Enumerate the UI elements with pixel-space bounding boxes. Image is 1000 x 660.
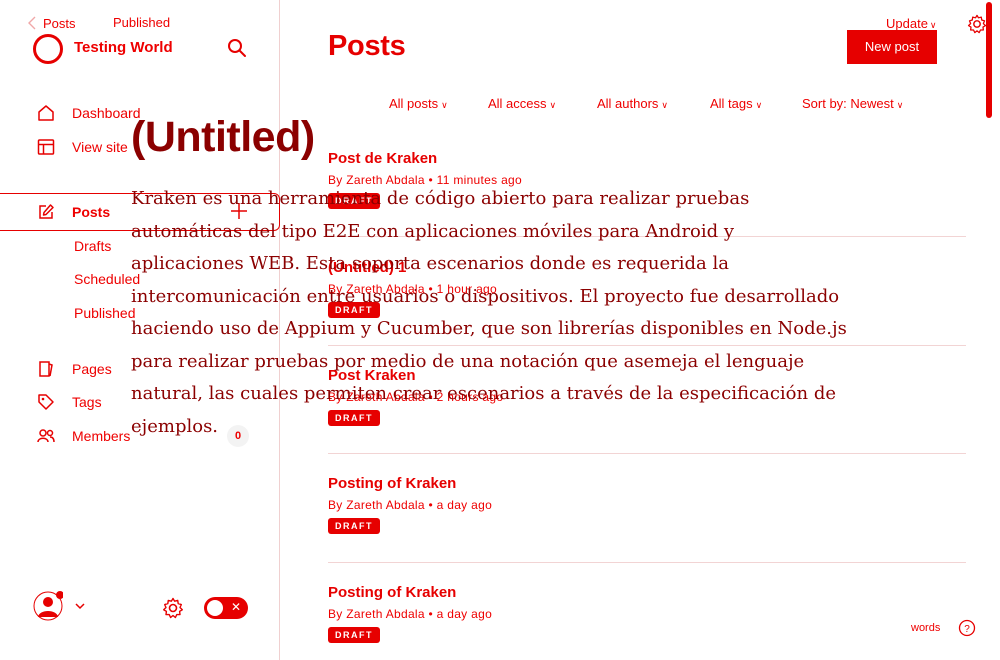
chevron-down-icon[interactable] <box>75 602 85 610</box>
filter-all-access[interactable]: All access ∨ <box>488 96 556 111</box>
word-count-label: words <box>911 622 941 634</box>
filter-all-tags[interactable]: All tags ∨ <box>710 96 762 111</box>
post-preview-title: (Untitled) <box>131 113 315 161</box>
update-button-label: Update <box>886 16 928 31</box>
filter-label: All authors <box>597 96 659 111</box>
post-title: Posting of Kraken <box>328 475 457 492</box>
chevron-down-icon: ∨ <box>896 100 904 110</box>
filter-all-posts[interactable]: All posts ∨ <box>389 96 448 111</box>
sidebar-item-label: View site <box>72 139 128 155</box>
chevron-down-icon: ∨ <box>755 100 763 110</box>
page-title: Posts <box>328 30 406 62</box>
toggle-knob <box>207 600 223 616</box>
post-status-label: Published <box>113 15 171 30</box>
post-settings-gear-icon[interactable] <box>967 14 987 34</box>
brand-logo[interactable] <box>33 34 63 64</box>
post-list-item[interactable]: Posting of Kraken By Zareth Abdala • a d… <box>328 475 966 534</box>
post-status-badge: DRAFT <box>328 627 380 643</box>
chevron-down-icon: ∨ <box>661 100 669 110</box>
filter-label: All access <box>488 96 547 111</box>
toggle-off-icon: ✕ <box>231 600 242 614</box>
avatar[interactable] <box>33 591 63 621</box>
help-icon[interactable]: ? <box>958 619 976 637</box>
sidebar-item-label: Posts <box>72 204 111 220</box>
filter-all-authors[interactable]: All authors ∨ <box>597 96 668 111</box>
sidebar-item-label: Pages <box>72 361 112 377</box>
sort-label: Sort by: Newest <box>802 96 894 111</box>
chevron-down-icon: ∨ <box>441 100 448 110</box>
divider <box>328 562 966 563</box>
chevron-down-icon: ∨ <box>549 100 557 110</box>
post-title: Posting of Kraken <box>328 584 457 601</box>
edit-icon <box>39 204 54 219</box>
breadcrumb-posts-link[interactable]: Posts <box>43 16 76 31</box>
post-meta: By Zareth Abdala • a day ago <box>328 498 493 512</box>
post-title: Post de Kraken <box>328 150 438 167</box>
sort-dropdown[interactable]: Sort by: Newest ∨ <box>802 96 903 111</box>
members-icon <box>37 429 55 443</box>
filter-label: All posts <box>389 96 439 111</box>
post-list-item[interactable]: Posting of Kraken By Zareth Abdala • a d… <box>328 584 966 643</box>
sidebar-item-label: Tags <box>72 394 102 410</box>
sidebar-item-label: Members <box>72 428 131 444</box>
night-mode-toggle[interactable]: ✕ <box>204 597 248 619</box>
sidebar-item-drafts[interactable]: Drafts <box>74 238 111 254</box>
settings-gear-icon[interactable] <box>162 597 184 619</box>
new-post-button[interactable]: New post <box>847 30 937 64</box>
sidebar-item-published[interactable]: Published <box>74 305 136 321</box>
update-button[interactable]: Update ∨ <box>886 16 937 31</box>
tag-icon <box>38 394 54 410</box>
search-icon[interactable] <box>227 38 247 58</box>
post-status-badge: DRAFT <box>328 518 380 534</box>
chevron-down-icon: ∨ <box>929 20 937 30</box>
back-chevron-icon[interactable] <box>27 14 37 32</box>
pages-icon <box>39 361 53 377</box>
filter-label: All tags <box>710 96 753 111</box>
brand-name[interactable]: Testing World <box>74 39 173 56</box>
layout-icon <box>37 139 55 155</box>
post-preview-body: Kraken es una herramienta de código abie… <box>131 188 847 437</box>
scrollbar[interactable] <box>986 2 992 118</box>
home-icon <box>38 105 54 121</box>
post-meta: By Zareth Abdala • a day ago <box>328 607 493 621</box>
svg-text:?: ? <box>964 624 970 635</box>
divider <box>328 453 966 454</box>
